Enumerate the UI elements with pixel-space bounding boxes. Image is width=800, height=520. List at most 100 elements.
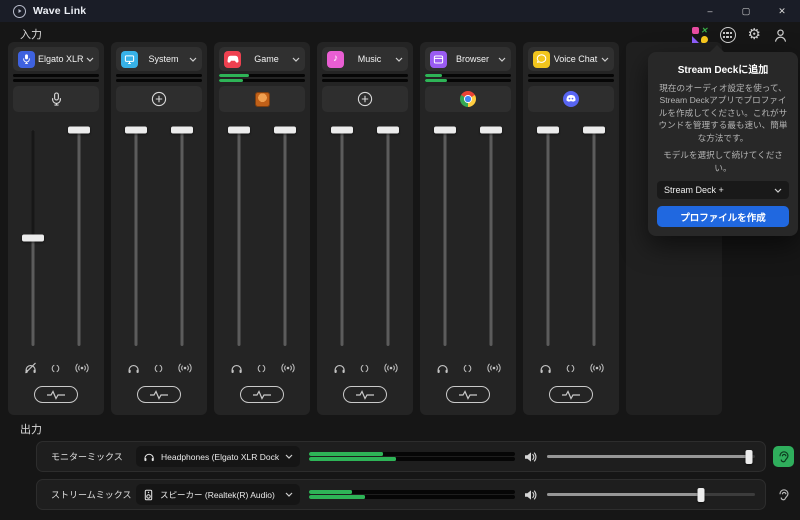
channel-faders — [111, 126, 207, 350]
stream-volume-slider[interactable] — [547, 487, 755, 502]
minimize-button[interactable]: – — [692, 0, 728, 22]
stream-fader[interactable] — [274, 126, 296, 350]
chevron-down-icon — [189, 57, 197, 62]
microphone-settings-button[interactable] — [13, 86, 99, 112]
headphones-muted-icon — [24, 362, 37, 374]
chrome-app-button[interactable] — [425, 86, 511, 112]
fader-thumb[interactable] — [480, 126, 502, 134]
fader-thumb[interactable] — [377, 126, 399, 134]
monitor-output-meter — [309, 451, 515, 462]
channel-meter — [13, 74, 99, 84]
slider-thumb[interactable] — [697, 487, 705, 502]
game-app-button[interactable] — [219, 86, 305, 112]
filters-button[interactable] — [549, 386, 593, 403]
channel-meter — [219, 74, 305, 84]
chevron-down-icon — [285, 454, 293, 459]
channel-source-select[interactable]: Game — [219, 47, 305, 71]
slider-thumb[interactable] — [745, 449, 753, 464]
stream-mix-label: ストリームミックス — [51, 490, 132, 500]
stream-deck-icon[interactable] — [719, 27, 736, 43]
create-profile-button[interactable]: プロファイルを作成 — [657, 206, 789, 228]
stream-device-name: スピーカー (Realtek(R) Audio) — [160, 489, 275, 500]
monitor-volume-slider[interactable] — [547, 449, 755, 464]
headphones-monitor-icon — [333, 362, 346, 374]
channel-source-select[interactable]: Browser — [425, 47, 511, 71]
channel-source-select[interactable]: System — [116, 47, 202, 71]
channel-faders — [214, 126, 310, 350]
headphones-monitor-icon — [127, 362, 140, 374]
add-source-button[interactable] — [322, 86, 408, 112]
fader-thumb[interactable] — [583, 126, 605, 134]
add-source-button[interactable] — [116, 86, 202, 112]
fader-thumb[interactable] — [125, 126, 147, 134]
monitor-device-name: Headphones (Elgato XLR Dock) — [161, 451, 279, 462]
settings-gear-icon[interactable]: ⚙ — [748, 27, 761, 43]
browser-window-icon — [430, 50, 447, 68]
popup-hint: モデルを選択して続けてください。 — [663, 150, 783, 173]
unlink-icon[interactable] — [565, 363, 576, 374]
fader-thumb[interactable] — [228, 126, 250, 134]
close-button[interactable]: ✕ — [764, 0, 800, 22]
ear-icon — [778, 450, 789, 462]
monitor-device-select[interactable]: Headphones (Elgato XLR Dock) — [136, 446, 300, 467]
unlink-icon[interactable] — [462, 363, 473, 374]
unlink-icon[interactable] — [153, 363, 164, 374]
monitor-fader[interactable] — [434, 126, 456, 350]
monitor-listen-toggle[interactable] — [773, 446, 794, 467]
chevron-down-icon — [285, 492, 293, 497]
fader-thumb[interactable] — [68, 126, 90, 134]
fader-thumb[interactable] — [434, 126, 456, 134]
channel-source-select[interactable]: ♪ Music — [322, 47, 408, 71]
monitor-fader[interactable] — [22, 126, 44, 350]
fader-thumb[interactable] — [537, 126, 559, 134]
monitor-fader[interactable] — [228, 126, 250, 350]
wave-link-logo-icon — [13, 4, 26, 18]
unlink-icon[interactable] — [359, 363, 370, 374]
fader-thumb[interactable] — [274, 126, 296, 134]
stream-fader[interactable] — [68, 126, 90, 350]
filters-button[interactable] — [240, 386, 284, 403]
monitor-fader[interactable] — [537, 126, 559, 350]
fader-thumb[interactable] — [171, 126, 193, 134]
chrome-icon — [460, 91, 476, 107]
maximize-button[interactable]: ▢ — [728, 0, 764, 22]
stream-fader[interactable] — [171, 126, 193, 350]
stream-device-select[interactable]: スピーカー (Realtek(R) Audio) — [136, 484, 300, 505]
model-select[interactable]: Stream Deck + — [657, 181, 789, 200]
stream-deck-popup: Stream Deckに追加 現在のオーディオ設定を使って、Stream Dec… — [648, 44, 798, 237]
monitor-fader[interactable] — [331, 126, 353, 350]
chevron-down-icon — [292, 57, 300, 62]
marketplace-icon[interactable]: ✕ — [692, 27, 708, 43]
filters-button[interactable] — [34, 386, 78, 403]
chat-bubble-icon — [533, 50, 550, 68]
channel-source-select[interactable]: Voice Chat — [528, 47, 614, 71]
broadcast-stream-icon — [74, 362, 89, 374]
unlink-icon[interactable] — [256, 363, 267, 374]
chevron-down-icon — [601, 57, 609, 62]
popup-title: Stream Deckに追加 — [677, 65, 769, 76]
channel-strip: Browser — [420, 42, 516, 415]
fader-thumb[interactable] — [331, 126, 353, 134]
stream-fader[interactable] — [583, 126, 605, 350]
filters-button[interactable] — [343, 386, 387, 403]
microphone-icon — [51, 91, 61, 106]
chevron-down-icon — [395, 57, 403, 62]
model-select-value: Stream Deck + — [664, 185, 724, 196]
fader-thumb[interactable] — [22, 234, 44, 242]
filters-button[interactable] — [137, 386, 181, 403]
stream-fader[interactable] — [480, 126, 502, 350]
channel-faders — [420, 126, 516, 350]
stream-listen-toggle[interactable] — [773, 484, 794, 505]
stream-fader[interactable] — [377, 126, 399, 350]
volume-icon — [525, 451, 537, 462]
filters-button[interactable] — [446, 386, 490, 403]
account-person-icon[interactable] — [773, 28, 788, 43]
monitor-mix-row: モニターミックス Headphones (Elgato XLR Dock) — [36, 441, 794, 472]
broadcast-stream-icon — [280, 362, 295, 374]
monitor-fader[interactable] — [125, 126, 147, 350]
channel-faders — [317, 126, 413, 350]
channel-source-select[interactable]: Elgato XLR ... — [13, 47, 99, 71]
unlink-icon[interactable] — [50, 363, 61, 374]
discord-app-button[interactable] — [528, 86, 614, 112]
stream-mix-row: ストリームミックス スピーカー (Realtek(R) Audio) — [36, 479, 794, 510]
